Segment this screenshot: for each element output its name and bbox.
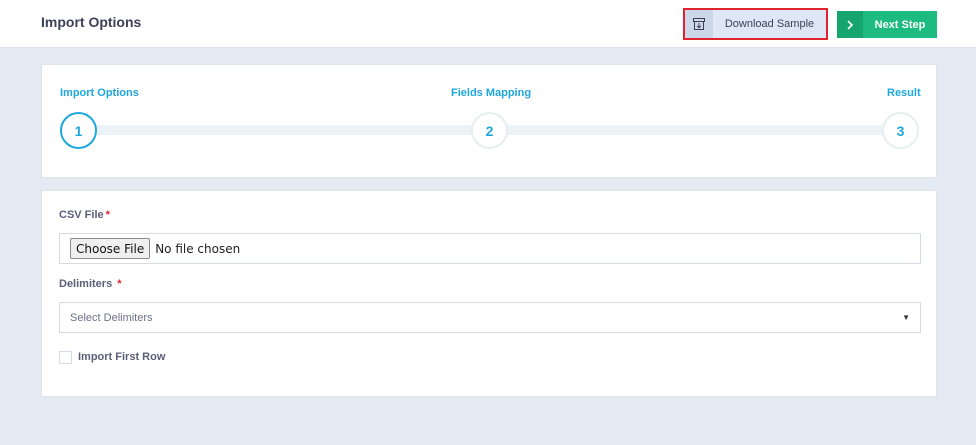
step-circle-1[interactable]: 1 [60, 112, 97, 149]
delimiters-placeholder: Select Delimiters [70, 311, 153, 324]
page-title: Import Options [41, 14, 142, 30]
required-marker: * [105, 209, 110, 221]
import-first-row-label[interactable]: Import First Row [78, 351, 165, 363]
chevron-right-icon [837, 11, 863, 38]
step-label-fields-mapping: Fields Mapping [451, 87, 532, 99]
download-sample-label: Download Sample [724, 18, 815, 30]
choose-file-button[interactable]: Choose File [70, 238, 151, 259]
delimiters-label: Delimiters * [59, 278, 121, 290]
required-marker: * [117, 278, 122, 290]
import-first-row-checkbox[interactable] [59, 351, 72, 364]
import-form-card: CSV File * Choose File No file chosen Del… [41, 190, 937, 397]
top-bar: Import Options Download Sample Next Step [0, 0, 976, 48]
csv-file-label-text: CSV File [59, 209, 104, 221]
next-step-label: Next Step [874, 18, 926, 31]
caret-down-icon: ▼ [902, 313, 910, 322]
delimiters-select[interactable]: Select Delimiters ▼ [59, 302, 921, 333]
step-circle-3[interactable]: 3 [882, 112, 919, 149]
csv-file-input[interactable]: Choose File No file chosen [59, 233, 921, 264]
step-label-import-options: Import Options [60, 87, 139, 99]
archive-download-icon [685, 10, 713, 38]
csv-file-label: CSV File * [59, 209, 110, 221]
file-status-text: No file chosen [155, 241, 241, 256]
step-label-result: Result [887, 87, 921, 99]
delimiters-label-text: Delimiters [59, 278, 113, 290]
download-sample-button[interactable]: Download Sample [683, 8, 828, 40]
stepper-card: Import Options Fields Mapping Result 1 2… [41, 64, 937, 178]
step-circle-2[interactable]: 2 [471, 112, 508, 149]
next-step-button[interactable]: Next Step [837, 11, 937, 38]
